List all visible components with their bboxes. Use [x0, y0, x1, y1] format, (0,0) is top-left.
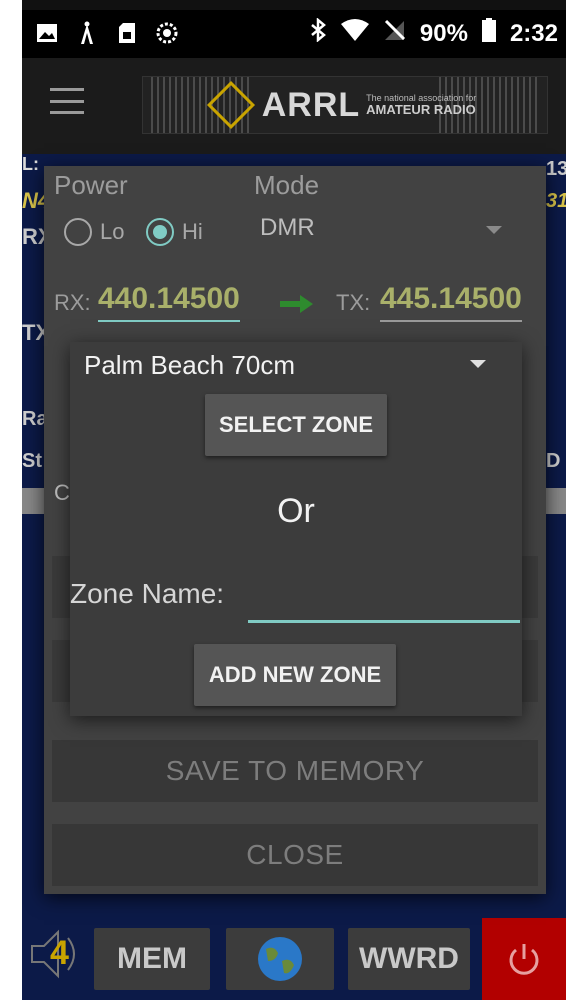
- speaker-level: 4: [50, 934, 69, 972]
- dropdown-arrow-icon: [470, 360, 486, 368]
- bluetooth-icon: [310, 17, 326, 49]
- phone-screen: 90% 2:32 ARRL The national association f…: [22, 0, 566, 1000]
- banner-logo: ARRL: [261, 85, 361, 124]
- tx-frequency-input[interactable]: 445.14500: [380, 282, 522, 322]
- or-text: Or: [277, 492, 315, 530]
- radio-checked-icon: [146, 218, 174, 246]
- zone-selected-value: Palm Beach 70cm: [84, 350, 295, 380]
- zone-name-input[interactable]: [248, 574, 520, 623]
- status-bar: 90% 2:32: [22, 10, 566, 58]
- banner-subtitle: AMATEUR RADIO: [366, 102, 476, 117]
- power-icon: [509, 944, 539, 975]
- sync-icon: [156, 22, 178, 44]
- rx-frequency-input[interactable]: 440.14500: [98, 282, 240, 322]
- menu-icon[interactable]: [50, 88, 84, 114]
- power-label: Power: [54, 170, 128, 200]
- battery-level: 90%: [419, 19, 468, 47]
- power-lo-label: Lo: [100, 219, 125, 244]
- clock: 2:32: [509, 19, 558, 47]
- globe-button[interactable]: [226, 928, 334, 990]
- mem-button[interactable]: MEM: [94, 928, 210, 990]
- arrow-right-icon: [280, 294, 314, 319]
- tx-label: TX:: [336, 290, 371, 315]
- globe-icon: [258, 937, 302, 981]
- zone-name-label: Zone Name:: [70, 578, 225, 609]
- zone-dialog: Palm Beach 70cm SELECT ZONE Or Zone Name…: [70, 342, 522, 716]
- mode-label: Mode: [254, 170, 320, 200]
- no-signal-icon: [384, 18, 406, 49]
- bg-d-fragment: D: [546, 450, 561, 472]
- power-hi-label: Hi: [182, 219, 203, 244]
- bg-st-fragment: St: [22, 450, 42, 472]
- rx-label: RX:: [54, 290, 91, 315]
- sim-icon: [116, 22, 138, 44]
- bg-number-fragment: 13: [546, 158, 566, 180]
- bg-number-fragment-2: 31: [546, 190, 566, 212]
- power-hi-radio[interactable]: Hi: [146, 218, 203, 246]
- power-button[interactable]: [482, 918, 566, 1000]
- battery-icon: [481, 18, 496, 49]
- bg-location-prefix: L:: [22, 154, 39, 174]
- wifi-icon: [340, 18, 370, 49]
- tower-icon: [76, 21, 98, 44]
- mode-value: DMR: [260, 214, 315, 241]
- arrl-banner[interactable]: ARRL The national association for AMATEU…: [142, 76, 548, 134]
- close-button[interactable]: CLOSE: [52, 824, 538, 886]
- image-icon: [36, 22, 58, 44]
- wwrd-button[interactable]: WWRD: [348, 928, 470, 990]
- hidden-field-fragment-c: C: [54, 480, 70, 505]
- app-bar: ARRL The national association for AMATEU…: [22, 58, 566, 154]
- save-to-memory-button[interactable]: SAVE TO MEMORY: [52, 740, 538, 802]
- dropdown-arrow-icon: [486, 226, 502, 234]
- speaker-icon[interactable]: 4: [28, 924, 88, 984]
- power-lo-radio[interactable]: Lo: [64, 218, 124, 246]
- bottom-nav: 4 MEM WWRD: [22, 914, 566, 1000]
- add-new-zone-button[interactable]: ADD NEW ZONE: [194, 644, 396, 706]
- radio-unchecked-icon: [64, 218, 92, 246]
- select-zone-button[interactable]: SELECT ZONE: [205, 394, 387, 456]
